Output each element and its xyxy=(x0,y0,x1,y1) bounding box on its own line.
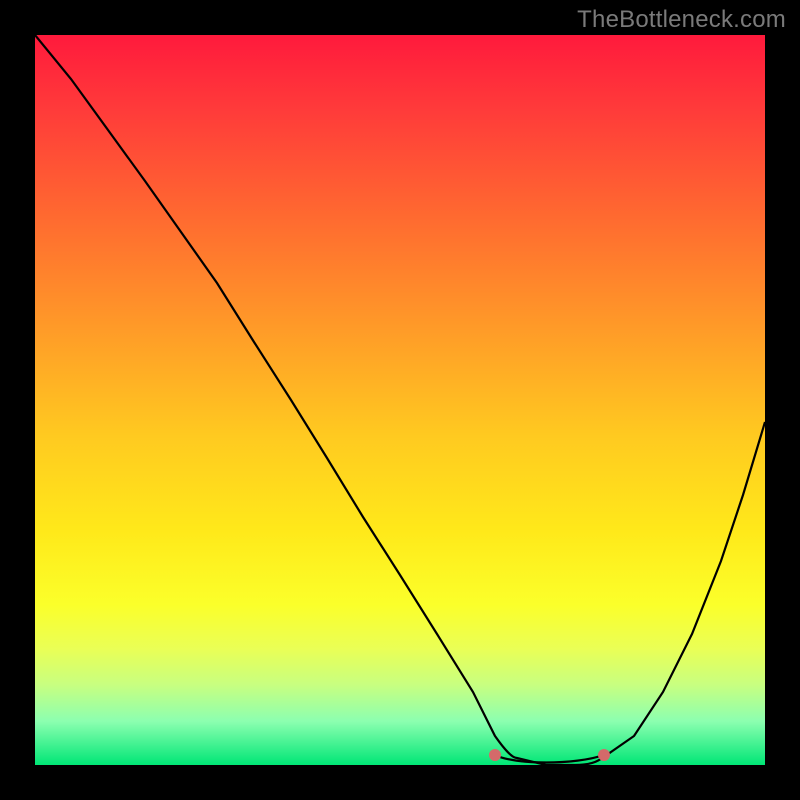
watermark-text: TheBottleneck.com xyxy=(577,6,786,34)
chart-area xyxy=(35,35,765,765)
optimal-range-start-dot xyxy=(489,749,501,761)
optimal-range-end-dot xyxy=(598,749,610,761)
curve-path xyxy=(35,35,765,765)
bottleneck-curve xyxy=(35,35,765,765)
